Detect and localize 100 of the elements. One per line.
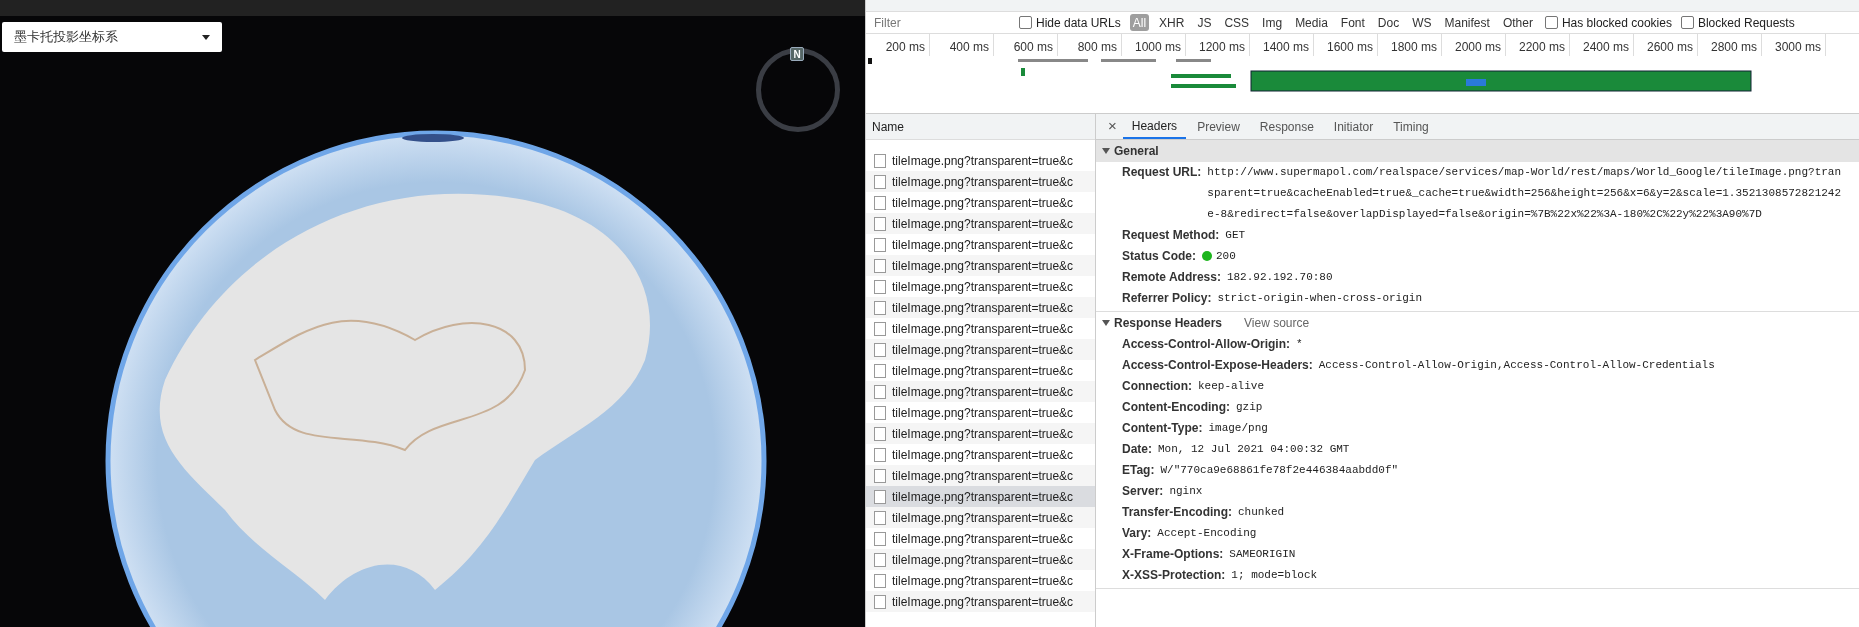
timeline-tick-label: 1600 ms xyxy=(1314,34,1378,56)
header-value: http://www.supermapol.com/realspace/services/map-World/rest/maps/World_Google/tileImage.png?transparent=true&cacheEnabled=true&_cache=true&width=256&height=256&x=6&y=2&scale=1.3521308572821242e-8&redirect=false&overlapDisplayed=false&origin=%7B%22x%22%3A-180%2C%22y%22%3A90%7D xyxy=(1207,165,1843,222)
file-icon xyxy=(874,426,886,441)
header-value: keep-alive xyxy=(1198,379,1264,394)
close-button[interactable]: × xyxy=(1104,115,1121,138)
checkbox[interactable] xyxy=(1544,16,1558,29)
request-row[interactable]: tileImage.png?transparent=true&c xyxy=(866,591,1095,612)
request-row[interactable]: tileImage.png?transparent=true&c xyxy=(866,465,1095,486)
checkbox[interactable] xyxy=(1680,16,1694,29)
file-icon xyxy=(874,363,886,378)
detail-tab[interactable]: Initiator xyxy=(1324,114,1383,139)
header-key: Server: xyxy=(1122,481,1164,502)
file-icon xyxy=(874,342,886,357)
name-column-header[interactable]: Name xyxy=(866,114,1095,140)
checkbox-label: Blocked Requests xyxy=(1697,14,1795,32)
header-key: Vary: xyxy=(1122,523,1152,544)
checkbox[interactable] xyxy=(1019,16,1032,29)
type-filter-button[interactable]: Manifest xyxy=(1441,14,1493,31)
request-row[interactable]: tileImage.png?transparent=true&c xyxy=(866,255,1095,276)
timeline-tick-label: 400 ms xyxy=(930,34,994,56)
section-title[interactable]: General xyxy=(1114,142,1159,160)
header-value: 182.92.192.70:80 xyxy=(1226,270,1333,285)
header-key: Referrer Policy: xyxy=(1122,288,1212,309)
request-row[interactable]: tileImage.png?transparent=true&c xyxy=(866,213,1095,234)
timeline-tick-label: 1400 ms xyxy=(1250,34,1314,56)
type-filter-button[interactable]: Other xyxy=(1499,14,1536,31)
type-filter-button[interactable]: Img xyxy=(1259,14,1286,31)
timeline-tick-label: 2000 ms xyxy=(1442,34,1506,56)
header-key: Status Code: xyxy=(1122,246,1196,267)
type-filter-button[interactable]: Font xyxy=(1337,14,1368,31)
header-key: Remote Address: xyxy=(1122,267,1221,288)
file-icon xyxy=(874,153,886,168)
expanded-triangle-icon[interactable] xyxy=(1102,147,1110,155)
type-filter-button[interactable]: Doc xyxy=(1374,14,1403,31)
timeline-tick-label: 600 ms xyxy=(994,34,1058,56)
projection-dropdown[interactable]: 墨卡托投影坐标系 xyxy=(2,22,222,52)
timeline-tick-label: 2200 ms xyxy=(1506,34,1570,56)
timeline-tick-label: 1800 ms xyxy=(1378,34,1442,56)
file-icon xyxy=(874,594,886,609)
request-row[interactable]: tileImage.png?transparent=true&c xyxy=(866,339,1095,360)
header-key: Access-Control-Allow-Origin: xyxy=(1122,334,1290,355)
compass-north-label[interactable]: N xyxy=(790,47,804,61)
file-icon xyxy=(874,174,886,189)
header-value: Access-Control-Allow-Origin,Access-Control-Allow-Credentials xyxy=(1318,358,1715,373)
request-row[interactable]: tileImage.png?transparent=true&c xyxy=(866,507,1095,528)
section-title[interactable]: Response Headers xyxy=(1114,314,1223,332)
timeline-tick-label: 1200 ms xyxy=(1186,34,1250,56)
header-key: Access-Control-Expose-Headers: xyxy=(1122,355,1313,376)
header-key: Content-Type: xyxy=(1122,418,1203,439)
type-filter-button[interactable]: JS xyxy=(1194,14,1215,31)
request-row[interactable]: tileImage.png?transparent=true&c xyxy=(866,381,1095,402)
timeline-tick-label: 3000 ms xyxy=(1762,34,1826,56)
view-source-link[interactable]: View source xyxy=(1244,314,1310,332)
timeline-tick-label: 2600 ms xyxy=(1634,34,1698,56)
header-value: * xyxy=(1296,337,1303,352)
header-value: image/png xyxy=(1208,421,1268,436)
timeline-tick-label: 2400 ms xyxy=(1570,34,1634,56)
timeline-tick-label: 2800 ms xyxy=(1698,34,1762,56)
type-filter-button[interactable]: CSS xyxy=(1221,14,1253,31)
header-value: gzip xyxy=(1236,400,1263,415)
header-key: ETag: xyxy=(1122,460,1155,481)
expanded-triangle-icon[interactable] xyxy=(1102,319,1110,327)
type-filter-button[interactable]: WS xyxy=(1409,14,1435,31)
filter-field[interactable]: Filter xyxy=(870,13,1010,32)
file-icon xyxy=(874,531,886,546)
type-filter-button[interactable]: XHR xyxy=(1156,14,1188,31)
caret-icon xyxy=(202,34,210,40)
request-row[interactable]: tileImage.png?transparent=true&c xyxy=(866,297,1095,318)
checkbox-label: Hide data URLs xyxy=(1036,14,1121,32)
file-icon xyxy=(874,552,886,567)
request-row[interactable]: tileImage.png?transparent=true&c xyxy=(866,171,1095,192)
file-icon xyxy=(874,300,886,315)
header-value: GET xyxy=(1225,228,1246,243)
file-icon xyxy=(874,573,886,588)
header-key: Connection: xyxy=(1122,376,1192,397)
detail-tab[interactable]: Response xyxy=(1250,114,1323,139)
timeline-tick-label: 1000 ms xyxy=(1122,34,1186,56)
file-icon xyxy=(874,258,886,273)
file-icon xyxy=(874,195,886,210)
type-filter-button[interactable]: Media xyxy=(1292,14,1331,31)
header-key: X-XSS-Protection: xyxy=(1122,565,1226,586)
file-icon xyxy=(874,216,886,231)
header-value: strict-origin-when-cross-origin xyxy=(1217,291,1422,306)
file-icon xyxy=(874,510,886,525)
header-value: Mon, 12 Jul 2021 04:00:32 GMT xyxy=(1158,442,1350,457)
file-icon xyxy=(874,447,886,462)
request-row[interactable]: tileImage.png?transparent=true&c xyxy=(866,423,1095,444)
timeline-tick-label: 800 ms xyxy=(1058,34,1122,56)
header-key: Request URL: xyxy=(1122,162,1202,183)
header-value: chunked xyxy=(1238,505,1285,520)
file-icon xyxy=(874,237,886,252)
header-value: 200 xyxy=(1216,249,1236,264)
request-row[interactable]: tileImage.png?transparent=true&c xyxy=(866,549,1095,570)
detail-tab[interactable]: Preview xyxy=(1188,114,1249,139)
detail-tab[interactable]: Timing xyxy=(1384,114,1438,139)
request-row[interactable]: tileImage.png?transparent=true&c xyxy=(866,486,1095,507)
header-value: SAMEORIGIN xyxy=(1229,547,1296,562)
header-key: Transfer-Encoding: xyxy=(1122,502,1232,523)
file-icon xyxy=(874,384,886,399)
file-icon xyxy=(874,468,886,483)
